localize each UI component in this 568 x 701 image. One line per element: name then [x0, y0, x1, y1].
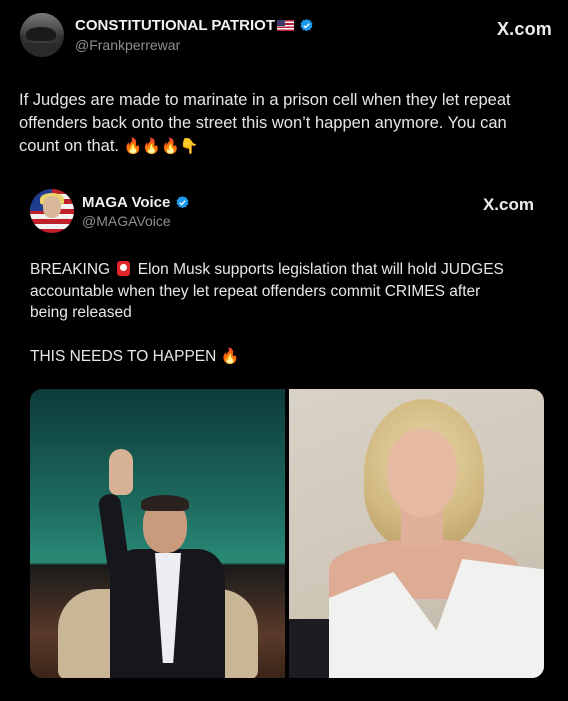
- breaking-label: BREAKING: [30, 261, 111, 278]
- brand-label: X.com: [482, 195, 534, 214]
- avatar[interactable]: [20, 13, 64, 57]
- tweet-text-line: accountable when they let repeat offende…: [30, 282, 481, 300]
- tweet-text-line: If Judges are made to marinate in a pris…: [19, 91, 511, 109]
- outer-tweet-header: CONSTITUTIONAL PATRIOT @Frankperrewar X.…: [20, 13, 552, 57]
- tweet-text-line: BREAKING Elon Musk supports legislation …: [30, 259, 530, 281]
- tweet-text-segment: Elon Musk supports legislation that will…: [137, 261, 504, 278]
- verified-icon: [176, 195, 189, 209]
- tweet-text-line: count on that. 🔥🔥🔥👇: [19, 135, 539, 158]
- media-photo-right[interactable]: [289, 389, 544, 678]
- fire-icon: 🔥🔥🔥👇: [123, 137, 199, 155]
- media-photo-left[interactable]: [30, 389, 285, 678]
- emphasis-text: THIS NEEDS TO HAPPEN: [30, 348, 217, 365]
- tweet-text-line: being released: [30, 304, 132, 321]
- siren-icon: [117, 261, 131, 276]
- quoted-tweet-emphasis: THIS NEEDS TO HAPPEN 🔥: [30, 347, 239, 366]
- flag-icon: [277, 20, 294, 31]
- display-name[interactable]: MAGA Voice: [82, 194, 190, 211]
- display-name-text[interactable]: CONSTITUTIONAL PATRIOT: [75, 17, 275, 34]
- tweet-text-end: count on that.: [19, 137, 119, 155]
- screenshot: CONSTITUTIONAL PATRIOT @Frankperrewar X.…: [0, 0, 568, 701]
- quoted-tweet-header: MAGA Voice @MAGAVoice X.com: [30, 189, 536, 235]
- avatar[interactable]: [30, 189, 74, 233]
- display-name-text[interactable]: MAGA Voice: [82, 194, 170, 211]
- verified-icon: [300, 18, 313, 32]
- fire-icon: 🔥: [220, 347, 240, 365]
- tweet-text: If Judges are made to marinate in a pris…: [19, 89, 539, 158]
- quoted-tweet-text: BREAKING Elon Musk supports legislation …: [30, 259, 530, 324]
- tweet-text-line: offenders back onto the street this won’…: [19, 114, 507, 132]
- handle[interactable]: @Frankperrewar: [75, 37, 180, 53]
- handle[interactable]: @MAGAVoice: [82, 213, 171, 229]
- brand-label: X.com: [496, 19, 552, 39]
- display-name[interactable]: CONSTITUTIONAL PATRIOT: [75, 17, 314, 34]
